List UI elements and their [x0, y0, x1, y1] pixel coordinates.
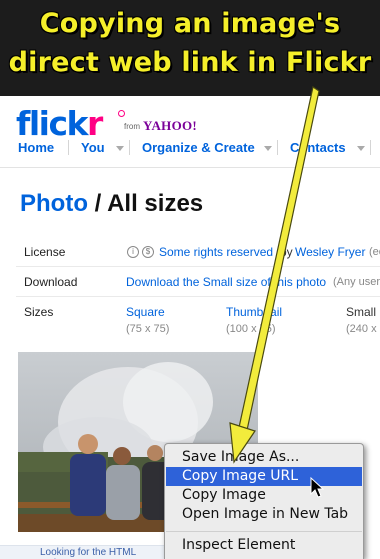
license-link[interactable]: Some rights reserved [159, 245, 273, 259]
nav-divider [129, 140, 130, 155]
nav-divider [277, 140, 278, 155]
row-divider [16, 296, 380, 297]
flickr-logo[interactable]: flickr [16, 104, 103, 143]
organize-chevron-down-icon[interactable] [264, 146, 272, 151]
menu-separator [166, 531, 362, 532]
size-square-dims: (75 x 75) [126, 323, 170, 335]
caption-line-1: Copying an image's [39, 8, 341, 39]
size-small-dims: (240 x [346, 323, 377, 335]
yahoo-logo: YAHOO! [143, 118, 198, 133]
page-title: Photo / All sizes [20, 190, 203, 218]
license-label: License [24, 245, 66, 259]
menu-item-inspect-element[interactable]: Inspect Element [166, 536, 362, 555]
menu-item-copy-image[interactable]: Copy Image [166, 486, 362, 505]
size-thumbnail-dims: (100 x 75) [226, 323, 276, 335]
download-link[interactable]: Download the Small size of this photo [126, 275, 326, 289]
page-title-rest: / All sizes [87, 190, 204, 217]
menu-item-copy-image-url[interactable]: Copy Image URL [166, 467, 362, 486]
download-note: (Any user [333, 276, 380, 288]
caption-banner: Copying an image's direct web link in Fl… [0, 0, 380, 96]
sizes-label: Sizes [24, 305, 54, 319]
menu-item-open-image-new-tab[interactable]: Open Image in New Tab [166, 505, 362, 524]
nav-divider [68, 140, 69, 155]
photo-link[interactable]: Photo [20, 190, 88, 217]
size-small-current: Small [346, 305, 377, 319]
html-code-bar: Looking for the HTML code... [0, 545, 164, 559]
nav-home[interactable]: Home [18, 140, 54, 155]
size-square-link[interactable]: Square [126, 305, 165, 319]
html-code-bar-text: Looking for the HTML code... [40, 547, 136, 559]
cc-attribution-icon: i [127, 246, 139, 258]
context-menu: Save Image As... Copy Image URL Copy Ima… [164, 443, 364, 559]
from-label: from [124, 122, 140, 131]
you-chevron-down-icon[interactable] [116, 146, 124, 151]
site-header: flickr from YAHOO! Home You Organize & C… [0, 96, 380, 168]
caption-line-2: direct web link in Flickr [8, 47, 372, 78]
license-tail: (ec [369, 246, 380, 258]
download-label: Download [24, 275, 78, 289]
size-thumbnail-link[interactable]: Thumbnail [226, 305, 282, 319]
registered-mark-icon [118, 110, 125, 117]
license-by: by [280, 245, 293, 259]
cc-noncommercial-icon: $ [142, 246, 154, 258]
nav-organize-create[interactable]: Organize & Create [142, 140, 255, 155]
contacts-chevron-down-icon[interactable] [357, 146, 365, 151]
main-nav: Home You Organize & Create Contacts [0, 140, 380, 160]
row-divider [16, 266, 380, 267]
license-owner-link[interactable]: Wesley Fryer [295, 245, 365, 259]
logo-text-main: flick [16, 104, 89, 143]
nav-you[interactable]: You [81, 140, 105, 155]
menu-item-save-image-as[interactable]: Save Image As... [166, 448, 362, 467]
nav-divider [370, 140, 371, 155]
nav-contacts[interactable]: Contacts [290, 140, 346, 155]
logo-text-r: r [87, 104, 103, 143]
